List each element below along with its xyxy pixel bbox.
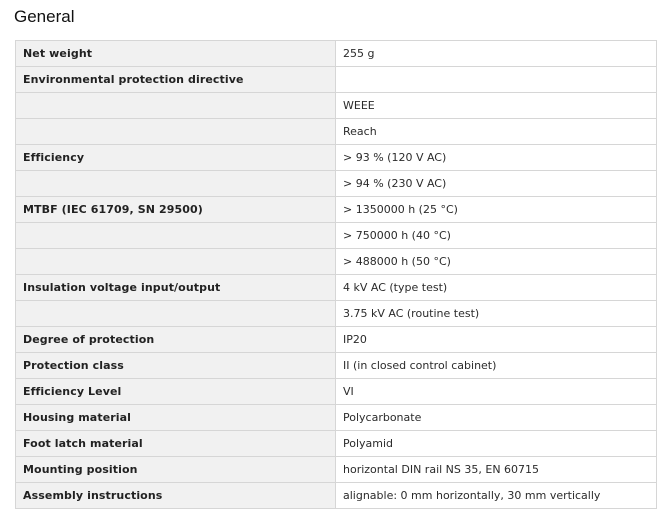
row-value: 4 kV AC (type test) bbox=[335, 274, 657, 301]
table-row: > 750000 h (40 °C) bbox=[15, 222, 657, 249]
row-label: Protection class bbox=[15, 352, 336, 379]
row-value: 255 g bbox=[335, 40, 657, 67]
row-value: II (in closed control cabinet) bbox=[335, 352, 657, 379]
table-row: Efficiency Level VI bbox=[15, 378, 657, 405]
row-label: Efficiency Level bbox=[15, 378, 336, 405]
row-label: Assembly instructions bbox=[15, 482, 336, 509]
row-label: Degree of protection bbox=[15, 326, 336, 353]
table-row: > 94 % (230 V AC) bbox=[15, 170, 657, 197]
row-label: Efficiency bbox=[15, 144, 336, 171]
spec-table: Net weight 255 g Environmental protectio… bbox=[15, 40, 657, 509]
table-row: Net weight 255 g bbox=[15, 40, 657, 67]
row-value: horizontal DIN rail NS 35, EN 60715 bbox=[335, 456, 657, 483]
row-label bbox=[15, 170, 336, 197]
row-label: Net weight bbox=[15, 40, 336, 67]
row-value: 3.75 kV AC (routine test) bbox=[335, 300, 657, 327]
row-label bbox=[15, 222, 336, 249]
table-row: MTBF (IEC 61709, SN 29500) > 1350000 h (… bbox=[15, 196, 657, 223]
row-value: IP20 bbox=[335, 326, 657, 353]
table-row: Environmental protection directive bbox=[15, 66, 657, 93]
table-row: Mounting position horizontal DIN rail NS… bbox=[15, 456, 657, 483]
row-label: Housing material bbox=[15, 404, 336, 431]
row-value: VI bbox=[335, 378, 657, 405]
row-label: Mounting position bbox=[15, 456, 336, 483]
table-row: > 488000 h (50 °C) bbox=[15, 248, 657, 275]
row-label: Insulation voltage input/output bbox=[15, 274, 336, 301]
row-value: > 93 % (120 V AC) bbox=[335, 144, 657, 171]
table-row: Reach bbox=[15, 118, 657, 145]
row-value: alignable: 0 mm horizontally, 30 mm vert… bbox=[335, 482, 657, 509]
row-value: > 488000 h (50 °C) bbox=[335, 248, 657, 275]
row-value: > 750000 h (40 °C) bbox=[335, 222, 657, 249]
row-value: > 1350000 h (25 °C) bbox=[335, 196, 657, 223]
row-label bbox=[15, 300, 336, 327]
row-label: MTBF (IEC 61709, SN 29500) bbox=[15, 196, 336, 223]
table-row: Housing material Polycarbonate bbox=[15, 404, 657, 431]
table-row: Degree of protection IP20 bbox=[15, 326, 657, 353]
row-label: Foot latch material bbox=[15, 430, 336, 457]
spec-table-body: Net weight 255 g Environmental protectio… bbox=[15, 40, 657, 509]
row-label bbox=[15, 92, 336, 119]
row-value bbox=[335, 66, 657, 93]
section-title: General bbox=[14, 7, 75, 26]
table-row: WEEE bbox=[15, 92, 657, 119]
table-row: Assembly instructions alignable: 0 mm ho… bbox=[15, 482, 657, 509]
table-row: Foot latch material Polyamid bbox=[15, 430, 657, 457]
row-value: Polycarbonate bbox=[335, 404, 657, 431]
row-label bbox=[15, 118, 336, 145]
row-label bbox=[15, 248, 336, 275]
row-value: > 94 % (230 V AC) bbox=[335, 170, 657, 197]
table-row: Protection class II (in closed control c… bbox=[15, 352, 657, 379]
row-value: Reach bbox=[335, 118, 657, 145]
table-row: Efficiency > 93 % (120 V AC) bbox=[15, 144, 657, 171]
row-value: Polyamid bbox=[335, 430, 657, 457]
table-row: 3.75 kV AC (routine test) bbox=[15, 300, 657, 327]
row-value: WEEE bbox=[335, 92, 657, 119]
table-row: Insulation voltage input/output 4 kV AC … bbox=[15, 274, 657, 301]
row-label: Environmental protection directive bbox=[15, 66, 336, 93]
